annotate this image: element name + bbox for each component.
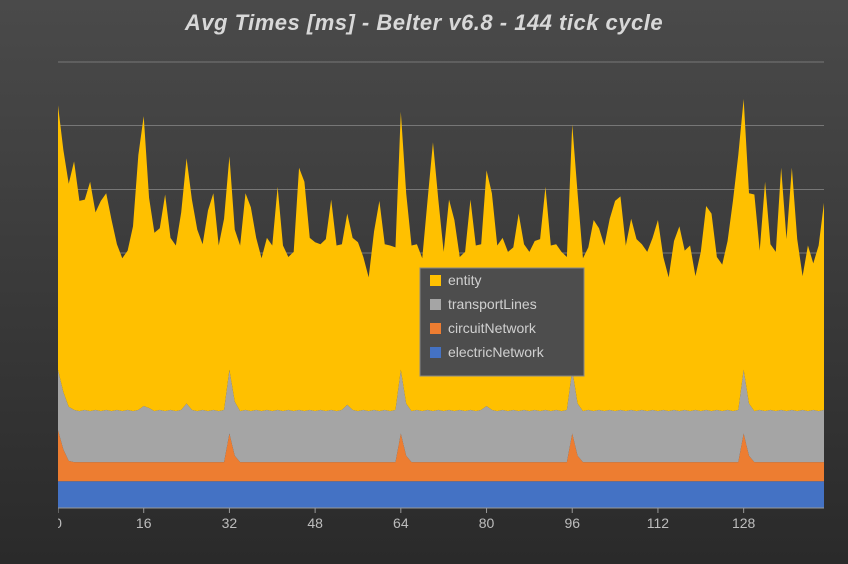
x-tick-label: 48 <box>307 515 323 531</box>
legend-label: electricNetwork <box>448 344 545 360</box>
x-tick-label: 112 <box>647 515 670 531</box>
x-tick-label: 0 <box>58 515 62 531</box>
x-tick-label: 80 <box>479 515 495 531</box>
legend-label: entity <box>448 272 481 288</box>
chart-title: Avg Times [ms] - Belter v6.8 - 144 tick … <box>0 10 848 36</box>
x-tick-label: 32 <box>222 515 238 531</box>
legend-swatch <box>430 347 441 358</box>
chart-svg: 012345670163248648096112128entitytranspo… <box>58 56 830 532</box>
legend-swatch <box>430 299 441 310</box>
chart-plot: 012345670163248648096112128entitytranspo… <box>58 56 830 532</box>
x-tick-label: 16 <box>136 515 152 531</box>
legend-label: transportLines <box>448 296 537 312</box>
legend-label: circuitNetwork <box>448 320 537 336</box>
x-tick-label: 96 <box>564 515 580 531</box>
area-electricNetwork <box>58 481 824 508</box>
legend-swatch <box>430 275 441 286</box>
x-tick-label: 64 <box>393 515 409 531</box>
legend-swatch <box>430 323 441 334</box>
x-tick-label: 128 <box>732 515 756 531</box>
